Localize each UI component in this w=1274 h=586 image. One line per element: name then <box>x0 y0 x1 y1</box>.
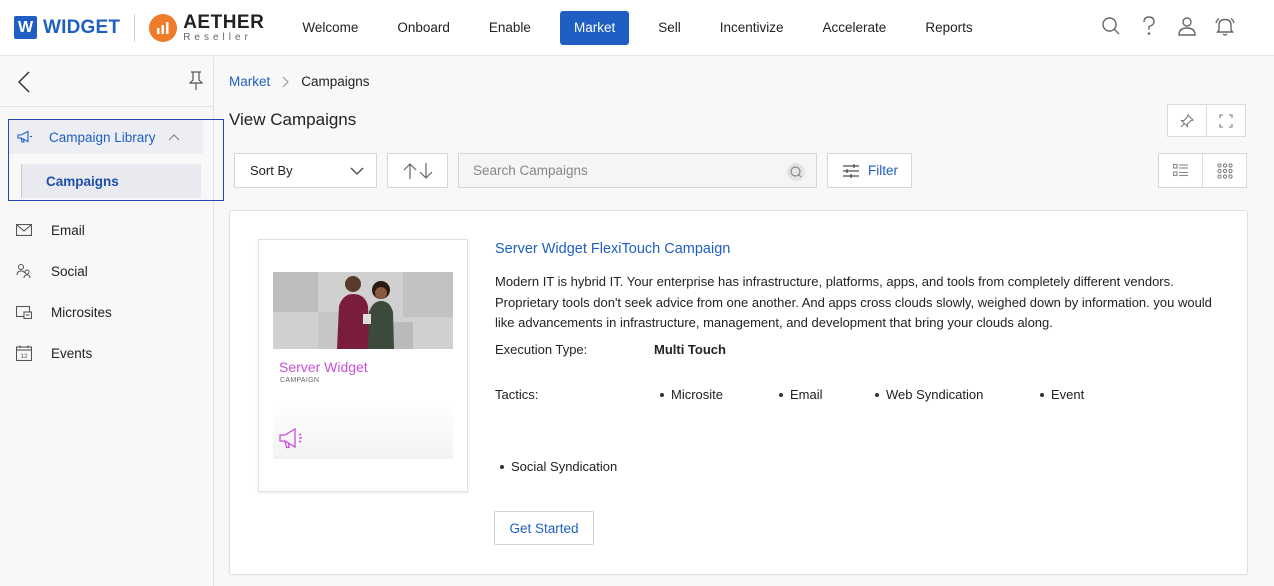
breadcrumb-current: Campaigns <box>301 74 370 89</box>
widget-logo-mark: W <box>14 16 37 39</box>
help-icon[interactable] <box>1138 15 1160 37</box>
sidebar-item-email[interactable]: Email <box>0 215 214 245</box>
sidebar-item-label: Campaign Library <box>49 129 156 145</box>
execution-type-value: Multi Touch <box>654 342 726 357</box>
sidebar-item-label: Social <box>51 263 88 279</box>
search-input[interactable] <box>473 163 773 178</box>
arrow-down-icon[interactable] <box>419 162 433 180</box>
sidebar-item-label: Email <box>51 222 85 238</box>
megaphone-icon <box>279 427 305 449</box>
tactic-item: Web Syndication <box>875 387 983 402</box>
main-nav: Welcome Onboard Enable Market Sell Incen… <box>292 0 1001 55</box>
nav-accelerate[interactable]: Accelerate <box>813 11 897 45</box>
tactic-item: Social Syndication <box>500 459 617 474</box>
campaign-description: Modern IT is hybrid IT. Your enterprise … <box>495 274 1212 330</box>
search-icon[interactable] <box>786 162 806 182</box>
search-icon[interactable] <box>1100 15 1122 37</box>
tactics-label: Tactics: <box>495 387 539 402</box>
sidebar: Campaign Library Campaigns Email Social … <box>0 57 224 586</box>
sidebar-header <box>0 57 213 107</box>
social-icon <box>16 263 32 279</box>
arrow-up-icon[interactable] <box>403 162 417 180</box>
widget-logo[interactable]: W WIDGET <box>14 16 120 39</box>
megaphone-icon <box>17 130 33 144</box>
search-box <box>458 153 817 188</box>
bell-icon[interactable] <box>1214 15 1236 37</box>
campaign-card: Server Widget CAMPAIGN Server Widget Fle… <box>229 210 1248 575</box>
thumbnail-subtitle: CAMPAIGN <box>280 377 320 384</box>
get-started-button[interactable]: Get Started <box>494 511 594 545</box>
nav-market[interactable]: Market <box>559 10 630 45</box>
sidebar-item-label: Microsites <box>51 304 112 320</box>
view-toggle <box>1158 153 1247 188</box>
page-title: View Campaigns <box>229 110 357 129</box>
sidebar-item-label: Campaigns <box>46 173 119 189</box>
sidebar-item-social[interactable]: Social <box>0 256 214 286</box>
breadcrumb-market-link[interactable]: Market <box>229 74 270 89</box>
nav-sell[interactable]: Sell <box>648 11 691 45</box>
nav-welcome[interactable]: Welcome <box>292 11 368 45</box>
sort-by-label: Sort By <box>250 163 293 178</box>
nav-enable[interactable]: Enable <box>479 11 541 45</box>
tactic-item: Email <box>779 387 823 402</box>
fullscreen-icon <box>1219 113 1233 128</box>
nav-incentivize[interactable]: Incentivize <box>710 11 794 45</box>
grid-view-icon[interactable] <box>1202 154 1246 187</box>
user-icon[interactable] <box>1176 15 1198 37</box>
execution-type-label: Execution Type: <box>495 342 588 357</box>
filter-label: Filter <box>868 163 898 178</box>
filter-icon <box>842 163 860 179</box>
tactic-item: Microsite <box>660 387 723 402</box>
top-navigation-bar: W WIDGET AETHER Reseller Welcome Onboard… <box>0 0 1274 56</box>
sidebar-item-label: Events <box>51 345 93 361</box>
sidebar-item-campaign-library[interactable]: Campaign Library <box>9 120 203 154</box>
microsite-icon <box>16 305 32 319</box>
nav-reports[interactable]: Reports <box>915 11 982 45</box>
chevron-up-icon[interactable] <box>168 133 180 141</box>
campaign-photo <box>273 272 453 349</box>
campaign-title[interactable]: Server Widget FlexiTouch Campaign <box>495 241 730 257</box>
campaign-thumbnail[interactable]: Server Widget CAMPAIGN <box>258 239 468 492</box>
sort-direction-toggle[interactable] <box>387 153 448 188</box>
fullscreen-button[interactable] <box>1206 104 1246 137</box>
campaign-library-group: Campaign Library Campaigns <box>8 119 224 201</box>
sidebar-item-events[interactable]: 12 Events <box>0 338 214 368</box>
calendar-day-number: 12 <box>20 353 28 360</box>
collapse-sidebar-icon[interactable] <box>18 71 30 93</box>
envelope-icon <box>16 224 32 236</box>
widget-logo-text: WIDGET <box>43 16 121 38</box>
breadcrumb: Market Campaigns <box>229 74 370 89</box>
sidebar-item-microsites[interactable]: Microsites <box>0 297 214 327</box>
pin-icon <box>1180 113 1194 128</box>
filter-button[interactable]: Filter <box>827 153 912 188</box>
sort-by-dropdown[interactable]: Sort By <box>234 153 377 188</box>
calendar-icon: 12 <box>16 345 32 361</box>
logo-divider <box>134 13 136 42</box>
thumbnail-title: Server Widget <box>279 359 368 375</box>
sidebar-item-campaigns[interactable]: Campaigns <box>21 164 201 198</box>
aether-logo[interactable]: AETHER Reseller <box>149 13 264 43</box>
aether-logo-subtext: Reseller <box>183 31 252 43</box>
aether-logo-icon <box>149 13 178 42</box>
tactic-item: Event <box>1040 387 1084 402</box>
nav-onboard[interactable]: Onboard <box>387 11 460 45</box>
chevron-right-icon <box>282 76 290 88</box>
list-view-icon[interactable] <box>1159 154 1202 187</box>
aether-logo-text: AETHER <box>183 11 265 33</box>
pin-icon[interactable] <box>189 71 203 91</box>
pin-page-button[interactable] <box>1167 104 1207 137</box>
chevron-down-icon <box>350 167 364 175</box>
